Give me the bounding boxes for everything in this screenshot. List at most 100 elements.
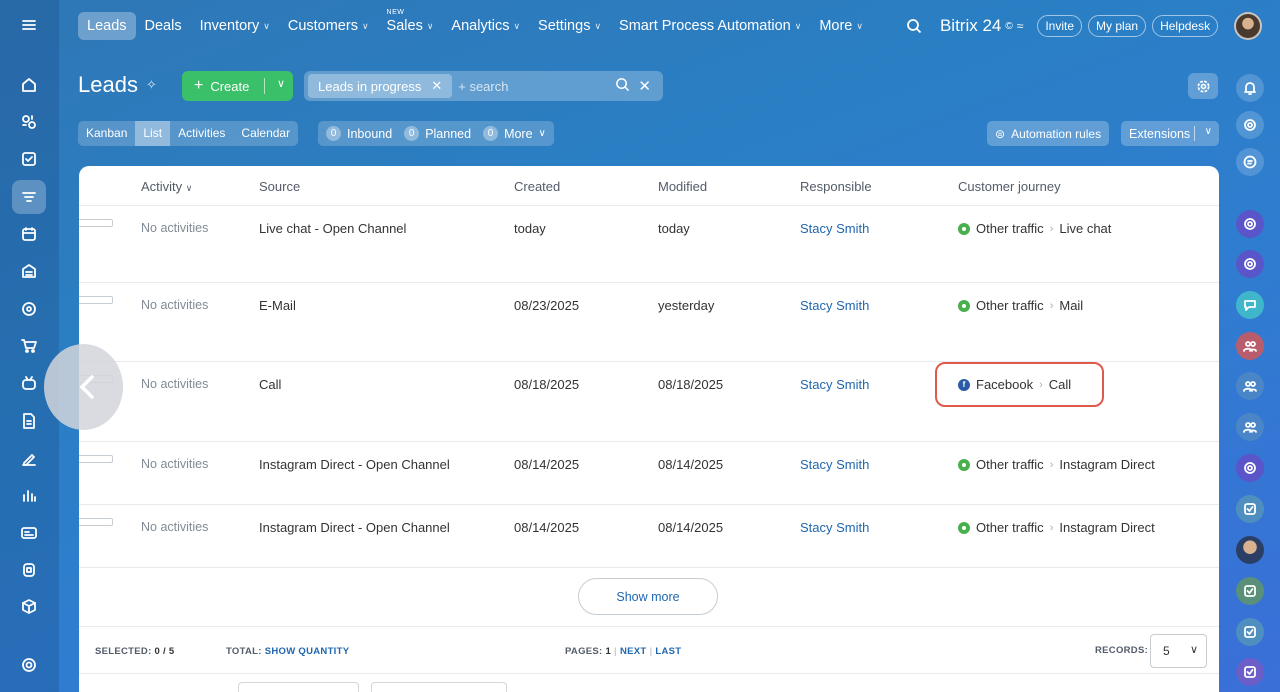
action-panel-field[interactable] bbox=[371, 682, 507, 692]
contact-center-icon[interactable] bbox=[12, 516, 46, 550]
table-row[interactable]: No activities E-Mail 08/23/2025 yesterda… bbox=[79, 283, 1219, 362]
back-navigation-button[interactable] bbox=[44, 344, 123, 430]
tab-kanban[interactable]: Kanban bbox=[78, 121, 135, 146]
responsible-link[interactable]: Stacy Smith bbox=[800, 221, 869, 236]
chat-icon[interactable] bbox=[12, 105, 46, 139]
action-panel-field[interactable] bbox=[238, 682, 359, 692]
copilot-icon[interactable] bbox=[1236, 111, 1264, 139]
bell-icon[interactable] bbox=[1236, 74, 1264, 102]
search-icon[interactable] bbox=[615, 77, 630, 96]
copilot-chat-icon[interactable] bbox=[1236, 454, 1264, 482]
messenger-icon[interactable] bbox=[1236, 148, 1264, 176]
activity-cell[interactable]: No activities bbox=[141, 457, 208, 471]
row-action-handle[interactable] bbox=[79, 296, 113, 304]
row-action-handle[interactable] bbox=[79, 455, 113, 463]
invite-button[interactable]: Invite bbox=[1037, 15, 1083, 37]
column-source[interactable]: Source bbox=[259, 179, 300, 194]
inventory-icon[interactable] bbox=[12, 254, 46, 288]
filter-search-box[interactable]: Leads in progress ✕ + search ✕ bbox=[304, 71, 663, 101]
task-chat-icon[interactable] bbox=[1236, 495, 1264, 523]
counter-inbound[interactable]: 0 Inbound bbox=[326, 126, 392, 141]
last-page-link[interactable]: LAST bbox=[655, 646, 681, 657]
table-row[interactable]: No activities Instagram Direct - Open Ch… bbox=[79, 505, 1219, 568]
docs-icon[interactable] bbox=[12, 404, 46, 438]
sign-icon[interactable] bbox=[12, 441, 46, 475]
column-responsible[interactable]: Responsible bbox=[800, 179, 872, 194]
create-button[interactable]: + Create ∨ bbox=[182, 71, 293, 101]
group-chat-icon[interactable] bbox=[1236, 413, 1264, 441]
home-icon[interactable] bbox=[12, 68, 46, 102]
nav-item-more[interactable]: More ∨ bbox=[810, 12, 872, 40]
my-plan-button[interactable]: My plan bbox=[1088, 15, 1147, 37]
responsible-link[interactable]: Stacy Smith bbox=[800, 520, 869, 535]
chevron-down-icon: ∨ bbox=[856, 20, 863, 31]
column-modified[interactable]: Modified bbox=[658, 179, 707, 194]
analytics-icon[interactable] bbox=[12, 478, 46, 512]
counter-more[interactable]: 0 More ∨ bbox=[483, 126, 546, 141]
sites-icon[interactable] bbox=[12, 292, 46, 326]
copilot-chat-icon[interactable] bbox=[1236, 210, 1264, 238]
responsible-link[interactable]: Stacy Smith bbox=[800, 457, 869, 472]
tab-list[interactable]: List bbox=[135, 121, 171, 146]
nav-item-smart-process-automation[interactable]: Smart Process Automation ∨ bbox=[610, 12, 810, 40]
group-chat-icon[interactable] bbox=[1236, 372, 1264, 400]
activity-cell[interactable]: No activities bbox=[141, 377, 208, 391]
filter-tag[interactable]: Leads in progress ✕ bbox=[308, 74, 453, 98]
row-action-handle[interactable] bbox=[79, 518, 113, 526]
helpdesk-button[interactable]: Helpdesk bbox=[1152, 15, 1219, 37]
open-channel-icon[interactable] bbox=[1236, 291, 1264, 319]
automation-rules-button[interactable]: ⊜ Automation rules bbox=[987, 121, 1110, 146]
activity-cell[interactable]: No activities bbox=[141, 520, 208, 534]
table-row[interactable]: No activities Instagram Direct - Open Ch… bbox=[79, 442, 1219, 505]
search-input[interactable]: + search bbox=[458, 79, 508, 94]
nav-item-inventory[interactable]: Inventory ∨ bbox=[191, 12, 279, 40]
chevron-down-icon[interactable]: ∨ bbox=[277, 77, 285, 90]
nav-item-deals[interactable]: Deals bbox=[136, 12, 191, 40]
chevron-down-icon[interactable]: ∨ bbox=[1205, 126, 1212, 137]
table-row[interactable]: No activities Live chat - Open Channel t… bbox=[79, 206, 1219, 283]
row-action-handle[interactable] bbox=[79, 219, 113, 227]
remove-filter-icon[interactable]: ✕ bbox=[431, 78, 442, 94]
user-avatar[interactable] bbox=[1234, 12, 1263, 40]
responsible-link[interactable]: Stacy Smith bbox=[800, 377, 869, 392]
page-settings-button[interactable] bbox=[1188, 73, 1218, 99]
copilot-chat-icon[interactable] bbox=[1236, 250, 1264, 278]
menu-icon[interactable] bbox=[12, 8, 46, 42]
booking-icon[interactable] bbox=[12, 553, 46, 587]
pin-icon[interactable]: ✧ bbox=[146, 77, 157, 93]
task-chat-icon[interactable] bbox=[1236, 577, 1264, 605]
clear-search-icon[interactable]: ✕ bbox=[638, 77, 651, 96]
extensions-button[interactable]: Extensions ∨ bbox=[1121, 121, 1219, 146]
tab-activities[interactable]: Activities bbox=[170, 121, 233, 146]
show-quantity-link[interactable]: SHOW QUANTITY bbox=[265, 646, 350, 657]
crm-icon[interactable] bbox=[12, 180, 46, 214]
column-activity[interactable]: Activity ∨ bbox=[141, 179, 192, 194]
apps-icon[interactable] bbox=[12, 590, 46, 624]
robot-icon[interactable] bbox=[12, 366, 46, 400]
task-chat-icon[interactable] bbox=[1236, 658, 1264, 686]
tasks-icon[interactable] bbox=[12, 142, 46, 176]
counter-planned[interactable]: 0 Planned bbox=[404, 126, 471, 141]
group-chat-icon[interactable] bbox=[1236, 332, 1264, 360]
nav-item-sales[interactable]: NEW Sales ∨ bbox=[378, 9, 443, 40]
tab-calendar[interactable]: Calendar bbox=[233, 121, 298, 146]
user-chat-avatar[interactable] bbox=[1236, 536, 1264, 564]
column-customer-journey[interactable]: Customer journey bbox=[958, 179, 1061, 194]
calendar-icon[interactable] bbox=[12, 217, 46, 251]
brand-logo[interactable]: Bitrix 24 © ≈ bbox=[940, 16, 1023, 36]
settings-icon[interactable] bbox=[12, 648, 46, 682]
nav-item-analytics[interactable]: Analytics ∨ bbox=[442, 12, 529, 40]
nav-item-settings[interactable]: Settings ∨ bbox=[529, 12, 610, 40]
task-chat-icon[interactable] bbox=[1236, 618, 1264, 646]
activity-cell[interactable]: No activities bbox=[141, 298, 208, 312]
records-per-page-select[interactable]: 5 ∨ bbox=[1150, 634, 1207, 668]
shop-icon[interactable] bbox=[12, 329, 46, 363]
column-created[interactable]: Created bbox=[514, 179, 560, 194]
next-page-link[interactable]: NEXT bbox=[620, 646, 647, 657]
responsible-link[interactable]: Stacy Smith bbox=[800, 298, 869, 313]
activity-cell[interactable]: No activities bbox=[141, 221, 208, 235]
nav-item-leads[interactable]: Leads bbox=[78, 12, 136, 40]
show-more-button[interactable]: Show more bbox=[578, 578, 718, 615]
nav-item-customers[interactable]: Customers ∨ bbox=[279, 12, 378, 40]
search-icon[interactable] bbox=[900, 12, 928, 40]
